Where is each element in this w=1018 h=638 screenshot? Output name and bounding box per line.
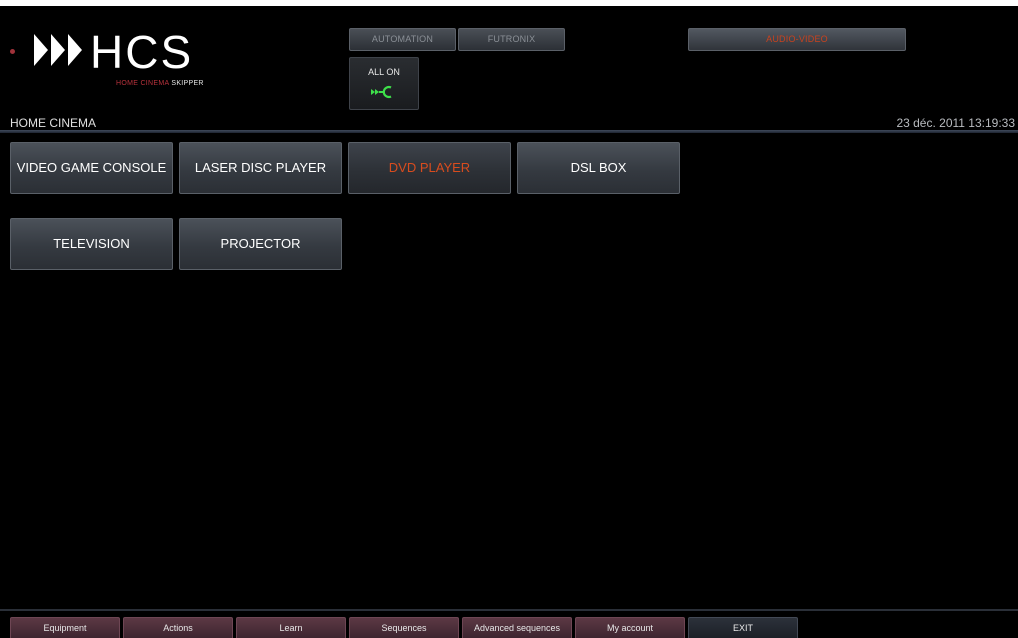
tab-audio-video[interactable]: AUDIO-VIDEO (688, 28, 906, 51)
logo-tagline: HOME CINEMA SKIPPER (116, 80, 204, 87)
nav-equipment[interactable]: Equipment (10, 617, 120, 638)
nav-actions[interactable]: Actions (123, 617, 233, 638)
projector-button[interactable]: PROJECTOR (179, 218, 342, 270)
hcs-logo: HCS HOME CINEMA SKIPPER (8, 24, 248, 94)
power-plug-icon (371, 85, 392, 99)
exit-button[interactable]: EXIT (688, 617, 798, 638)
logo-mark-icon: HCS (34, 26, 193, 78)
dsl-box-button[interactable]: DSL BOX (517, 142, 680, 194)
television-button[interactable]: TELEVISION (10, 218, 173, 270)
tab-futronix[interactable]: FUTRONIX (458, 28, 565, 51)
video-game-console-button[interactable]: VIDEO GAME CONSOLE (10, 142, 173, 194)
nav-advanced-sequences[interactable]: Advanced sequences (462, 617, 572, 638)
app-screen: HCS HOME CINEMA SKIPPER AUTOMATION FUTRO… (0, 6, 1018, 638)
header-divider (0, 130, 1018, 133)
footer-divider (0, 609, 1018, 611)
nav-my-account[interactable]: My account (575, 617, 685, 638)
nav-sequences[interactable]: Sequences (349, 617, 459, 638)
laser-disc-player-button[interactable]: LASER DISC PLAYER (179, 142, 342, 194)
dvd-player-button[interactable]: DVD PLAYER (348, 142, 511, 194)
datetime-display: 23 déc. 2011 13:19:33 (896, 116, 1015, 130)
logo-dot (10, 49, 15, 54)
all-on-label: ALL ON (368, 67, 400, 77)
page-title: HOME CINEMA (10, 116, 97, 130)
all-on-button[interactable]: ALL ON (349, 57, 419, 110)
logo-tagline-red: HOME CINEMA (116, 80, 170, 87)
tab-automation[interactable]: AUTOMATION (349, 28, 456, 51)
logo-tagline-white: SKIPPER (171, 80, 204, 87)
nav-learn[interactable]: Learn (236, 617, 346, 638)
logo-wordmark: HCS (90, 26, 193, 78)
